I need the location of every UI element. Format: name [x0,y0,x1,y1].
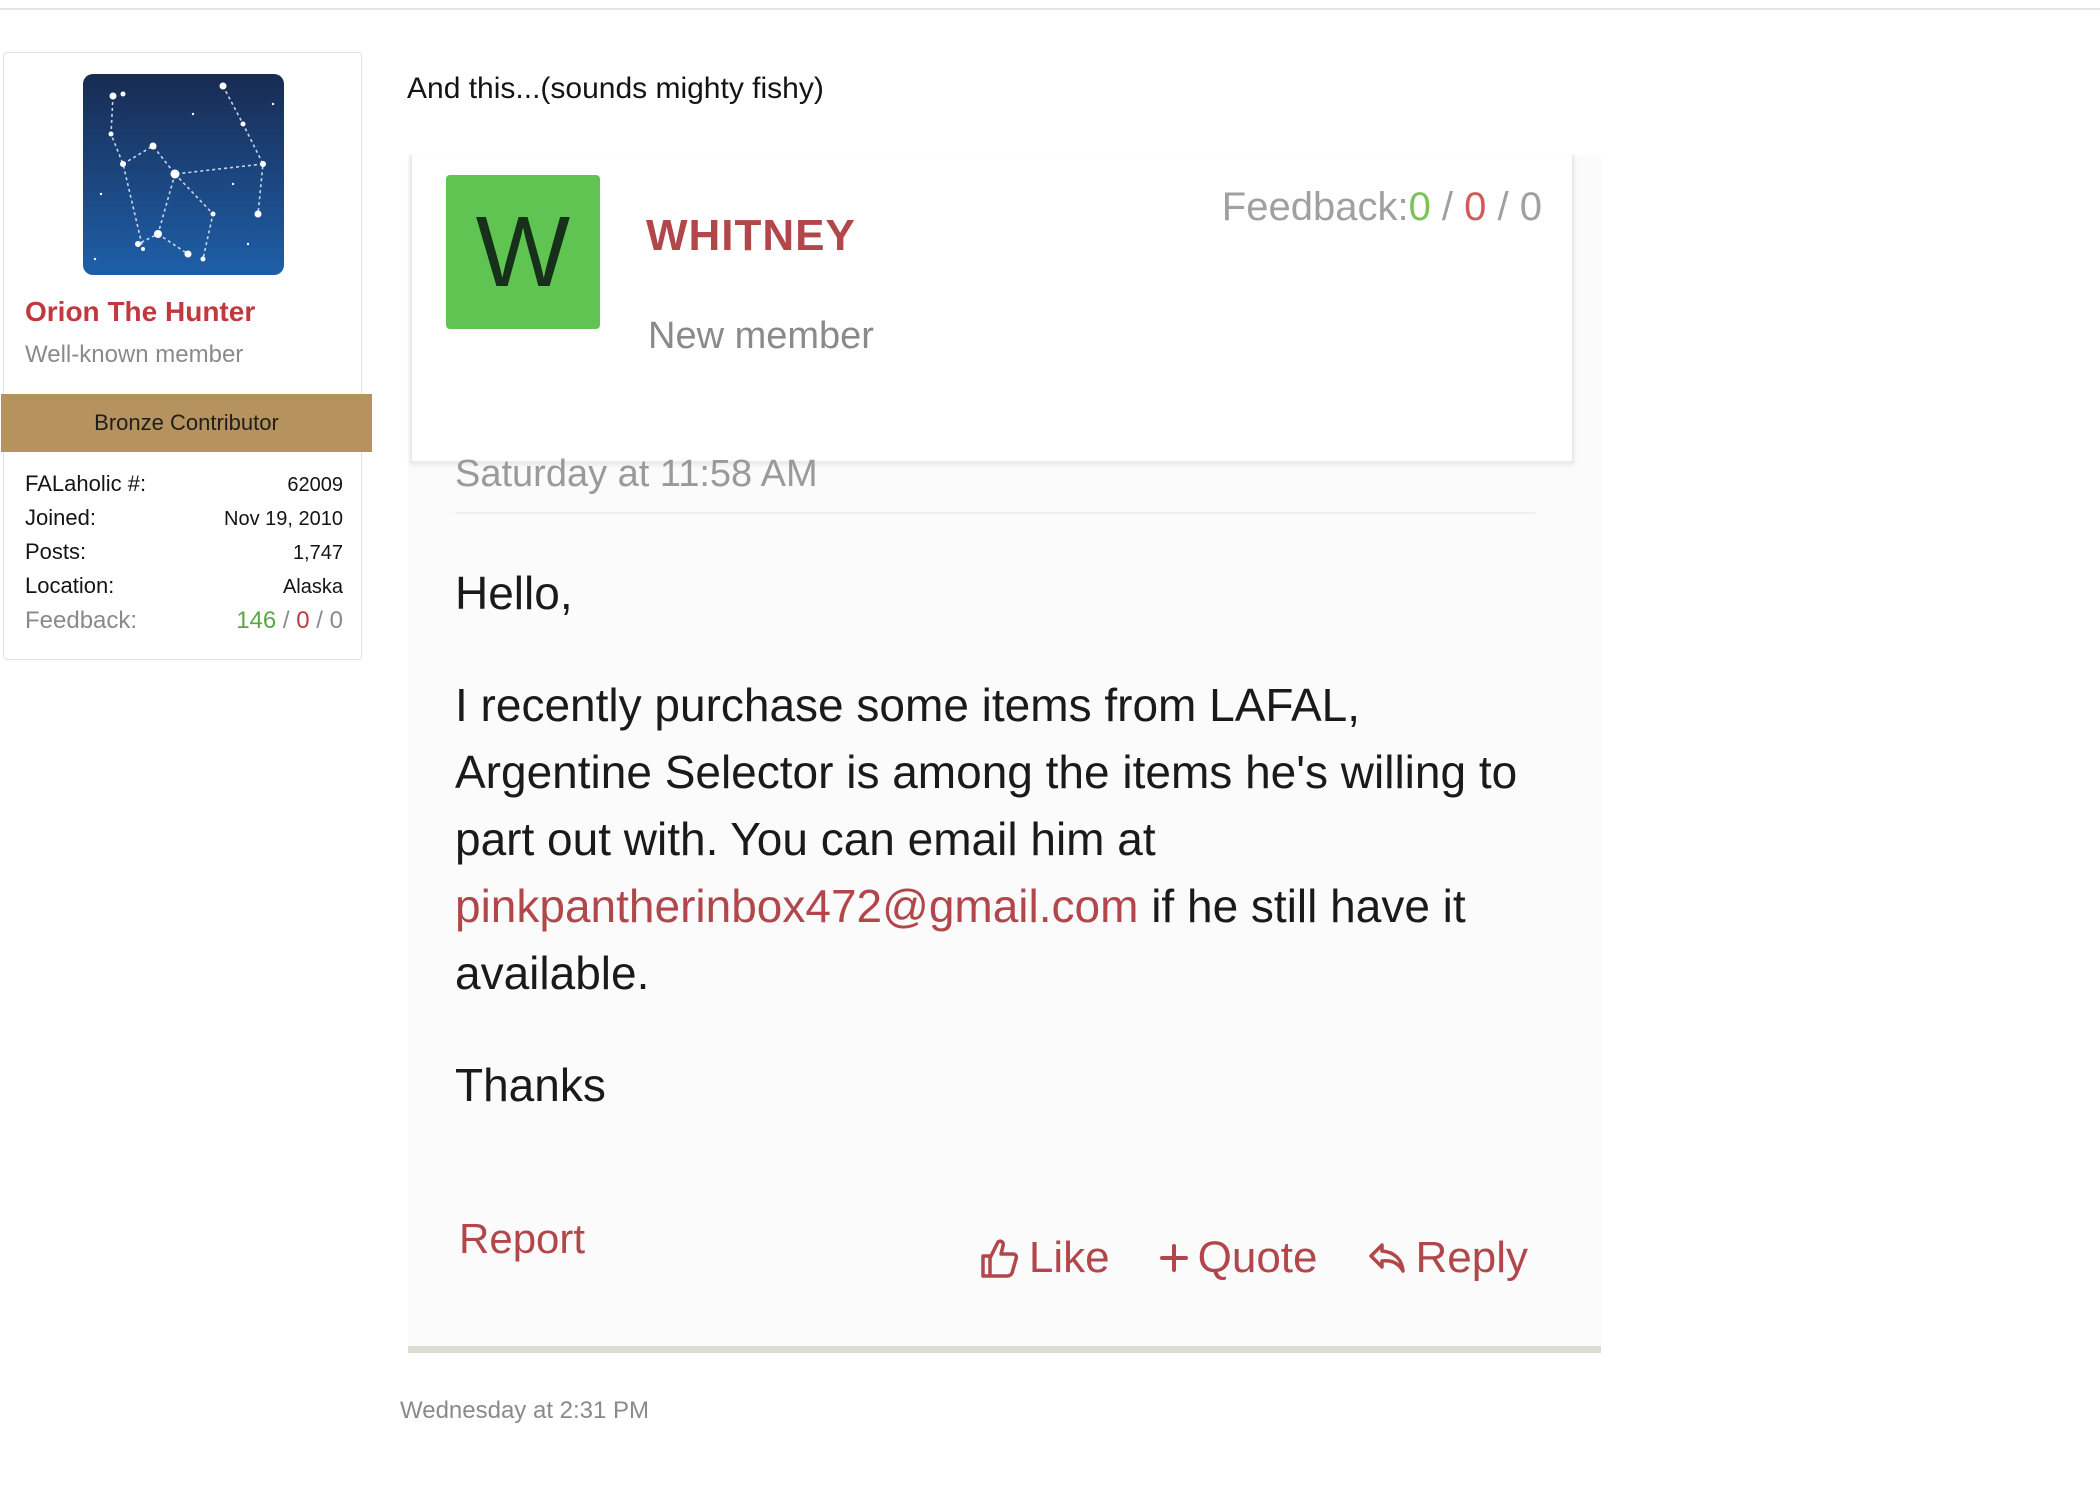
feedback-positive: 146 [236,607,277,634]
plus-icon [1159,1244,1188,1272]
feedback-label: Feedback: [25,607,138,634]
quoted-report-link: Report [459,1215,586,1262]
quoted-like-action: Like [979,1233,1110,1283]
quoted-email: pinkpantherinbox472@gmail.com [455,880,1139,932]
stat-row-posts: Posts: 1,747 [25,539,343,573]
quoted-divider [455,512,1535,514]
user-panel: Orion The Hunter Well-known member Bronz… [1,52,372,660]
feedback-separator: / [1486,185,1520,229]
username-link[interactable]: Orion The Hunter [25,296,255,328]
quoted-greeting: Hello, [455,567,573,619]
feedback-neutral: 0 [329,607,343,634]
user-stats: FALaholic #: 62009 Joined: Nov 19, 2010 … [25,471,343,641]
stat-label: Joined: [25,505,96,530]
constellation-avatar-icon [83,74,284,275]
feedback-label: Feedback: [1221,185,1409,229]
top-divider [0,0,2100,10]
quoted-reply-action: Reply [1368,1233,1529,1283]
stat-row-joined: Joined: Nov 19, 2010 [25,505,343,539]
user-banner: Bronze Contributor [1,394,372,452]
stat-value[interactable]: Alaska [283,576,343,599]
feedback-separator: / [282,607,290,634]
stat-row-falaholic: FALaholic #: 62009 [25,471,343,505]
quoted-text: I recently purchase some items from LAFA… [455,679,1518,865]
stat-label: Posts: [25,539,87,564]
feedback-separator: / [316,607,323,634]
post-message: And this...(sounds mighty fishy) [407,72,824,105]
quoted-message-body: Hello, I recently purchase some items fr… [455,560,1535,1164]
stat-value: 62009 [287,474,343,496]
feedback-value[interactable]: 146 / 0 / 0 [236,607,343,635]
user-avatar[interactable] [83,74,284,275]
stat-value: Nov 19, 2010 [224,508,343,530]
quoted-actions: Like Quote Reply [979,1233,1528,1283]
user-title: Well-known member [25,341,244,368]
quoted-signoff: Thanks [455,1059,606,1111]
stat-label: FALaholic #: [25,471,147,496]
quoted-user-avatar: W [446,175,600,329]
stat-row-feedback: Feedback: 146 / 0 / 0 [25,607,343,641]
quote-label: Quote [1197,1233,1318,1282]
feedback-negative: 0 [296,607,310,634]
stat-row-location: Location: Alaska [25,573,343,607]
quoted-post-date: Saturday at 11:58 AM [455,453,818,495]
reply-arrow-icon [1368,1243,1405,1273]
feedback-positive: 0 [1408,185,1431,229]
feedback-negative: 0 [1464,185,1487,229]
like-label: Like [1028,1233,1110,1282]
quoted-user-card: W WHITNEY New member Feedback:0 / 0 / 0 [410,155,1574,463]
feedback-separator: / [1430,185,1465,229]
feedback-neutral: 0 [1519,185,1542,229]
quoted-user-feedback: Feedback:0 / 0 / 0 [1222,185,1542,230]
reply-label: Reply [1415,1233,1529,1282]
quoted-user-name: WHITNEY [646,211,856,260]
quoted-paragraph: I recently purchase some items from LAFA… [455,672,1535,1007]
embedded-screenshot-image[interactable]: W WHITNEY New member Feedback:0 / 0 / 0 … [408,155,1601,1353]
post-date[interactable]: Wednesday at 2:31 PM [400,1397,649,1425]
thumbs-up-icon [981,1239,1019,1278]
quoted-user-title: New member [648,315,874,357]
stat-value[interactable]: 1,747 [293,542,343,565]
stat-label: Location: [25,573,115,598]
quoted-quote-action: Quote [1159,1233,1318,1283]
quoted-bottom-bar [408,1346,1601,1353]
